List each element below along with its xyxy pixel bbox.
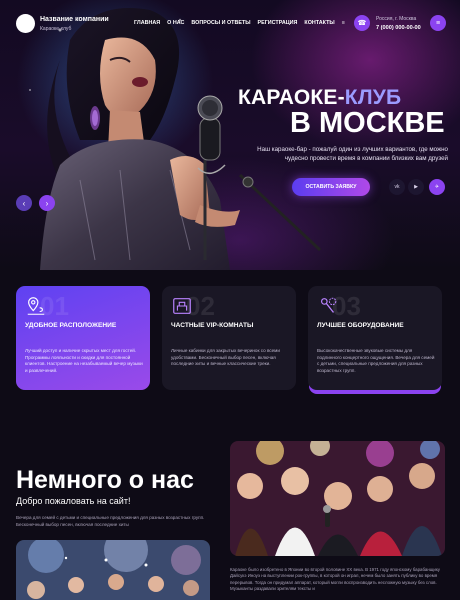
about-text: Вечера для семей с детьми и специальные … — [16, 515, 205, 527]
nav-more-icon[interactable]: ≡ — [342, 20, 345, 26]
feature-card-vip: 02 ЧАСТНЫЕ VIP-КОМНАТЫ Личные кабинки дл… — [162, 286, 296, 390]
phone-icon[interactable]: ☎ — [354, 15, 370, 31]
feature-card-equipment: 03 ЛУЧШЕЕ ОБОРУДОВАНИЕ Высококачественны… — [308, 286, 442, 390]
slider-prev-button[interactable]: ‹ — [16, 195, 32, 211]
hero-section: Название компании Караоке-клуб ГЛАВНАЯ О… — [0, 0, 460, 270]
feature-text: Высококачественные звуковые системы для … — [317, 348, 435, 373]
friends-singing-photo — [230, 441, 445, 556]
menu-icon[interactable]: ≡ — [430, 15, 446, 31]
logo[interactable] — [16, 14, 35, 33]
main-nav: ГЛАВНАЯ О НАС ВОПРОСЫ И ОТВЕТЫ РЕГИСТРАЦ… — [134, 20, 345, 26]
map-pin-icon — [27, 297, 45, 315]
about-subtitle: Добро пожаловать на сайт! — [16, 496, 131, 506]
microphone-gear-icon — [320, 297, 337, 313]
youtube-icon[interactable]: ▶ — [408, 179, 424, 195]
hero-description: Наш караоке-бар - пожалуй один из лучших… — [257, 146, 448, 162]
feature-text: Лучший доступ и наличие скрытых мест для… — [25, 348, 143, 373]
nav-item-contacts[interactable]: КОНТАКТЫ — [304, 20, 334, 26]
party-photo — [16, 540, 210, 600]
feature-title: ЧАСТНЫЕ VIP-КОМНАТЫ — [171, 322, 254, 329]
hero-title-part2: КЛУБ — [344, 86, 402, 109]
vk-icon[interactable]: vk — [389, 179, 405, 195]
nav-item-about[interactable]: О НАС — [167, 20, 184, 26]
about-history-text: Караоке было изобретено в Японии во втор… — [230, 567, 441, 591]
slider-next-button[interactable]: › — [39, 195, 55, 211]
friends-singing-image — [230, 441, 445, 556]
hero-title-part1: КАРАОКЕ- — [238, 86, 345, 109]
logo-title[interactable]: Название компании — [40, 16, 109, 23]
party-crowd-image — [16, 540, 210, 600]
page: Название компании Караоке-клуб ГЛАВНАЯ О… — [0, 0, 460, 600]
location-text: Россия, г. Москва — [376, 16, 417, 22]
submit-request-button[interactable]: ОСТАВИТЬ ЗАЯВКУ — [292, 178, 370, 196]
telegram-icon[interactable]: ✈ — [429, 179, 445, 195]
hero-title-line2: В МОСКВЕ — [290, 107, 445, 139]
nav-item-home[interactable]: ГЛАВНАЯ — [134, 20, 160, 26]
feature-title: УДОБНОЕ РАСПОЛОЖЕНИЕ — [25, 322, 117, 329]
feature-title: ЛУЧШЕЕ ОБОРУДОВАНИЕ — [317, 322, 404, 329]
feature-text: Личные кабинки для закрытых вечеринок со… — [171, 348, 280, 367]
nav-item-registration[interactable]: РЕГИСТРАЦИЯ — [258, 20, 298, 26]
feature-card-location: 01 УДОБНОЕ РАСПОЛОЖЕНИЕ Лучший доступ и … — [16, 286, 150, 390]
logo-subtitle: Караоке-клуб — [40, 26, 72, 32]
vip-room-icon — [173, 298, 191, 314]
phone-number[interactable]: 7 (000) 000-00-00 — [376, 25, 421, 31]
nav-item-faq[interactable]: ВОПРОСЫ И ОТВЕТЫ — [191, 20, 250, 26]
about-title: Немного о нас — [16, 466, 194, 494]
